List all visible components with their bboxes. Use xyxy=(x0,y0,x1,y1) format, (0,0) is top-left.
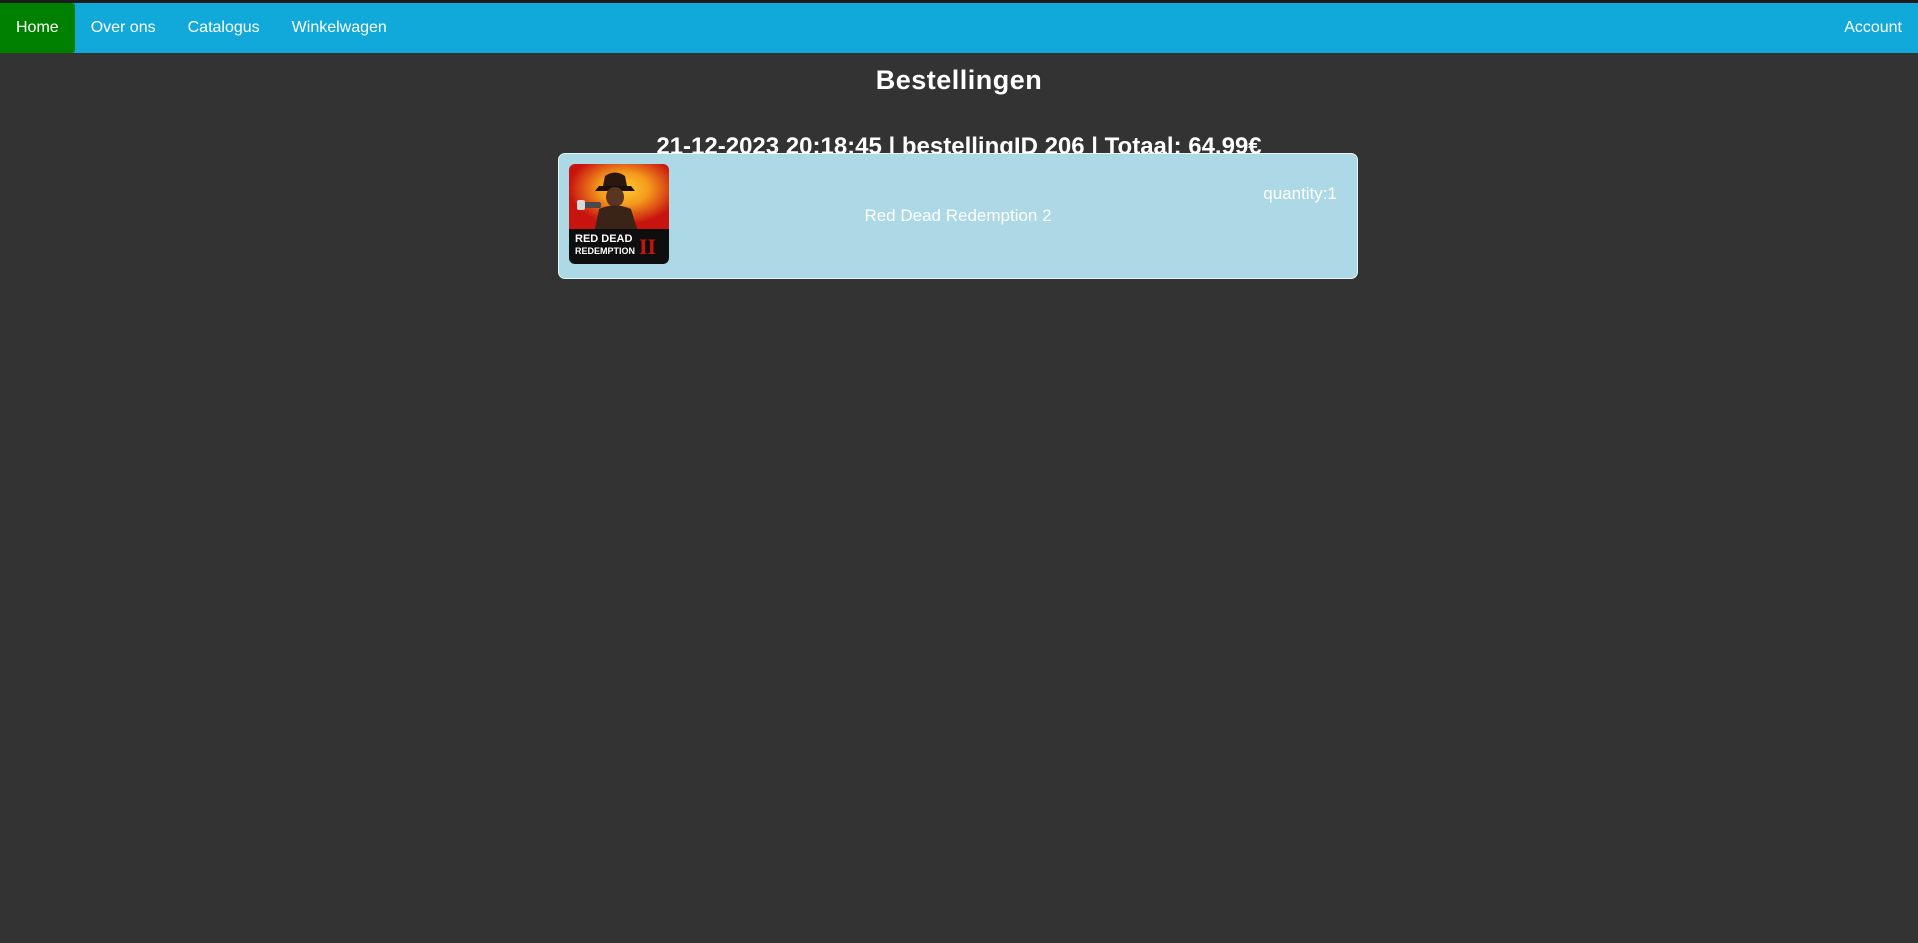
nav-item-catalogus[interactable]: Catalogus xyxy=(172,3,276,53)
nav-item-over-ons[interactable]: Over ons xyxy=(75,3,172,53)
svg-text:II: II xyxy=(639,234,656,259)
order-item-card: RED DEAD REDEMPTION II Red Dead Redempti… xyxy=(558,153,1358,279)
product-name: Red Dead Redemption 2 xyxy=(864,206,1052,225)
svg-text:RED DEAD: RED DEAD xyxy=(575,233,633,245)
nav-item-account[interactable]: Account xyxy=(1828,3,1918,53)
nav-item-winkelwagen[interactable]: Winkelwagen xyxy=(276,3,403,53)
svg-text:REDEMPTION: REDEMPTION xyxy=(575,246,635,256)
nav-item-home[interactable]: Home xyxy=(0,3,75,53)
main-navbar: Home Over ons Catalogus Winkelwagen Acco… xyxy=(0,3,1918,53)
product-quantity: quantity:1 xyxy=(1263,184,1337,203)
page-title: Bestellingen xyxy=(875,65,1043,95)
